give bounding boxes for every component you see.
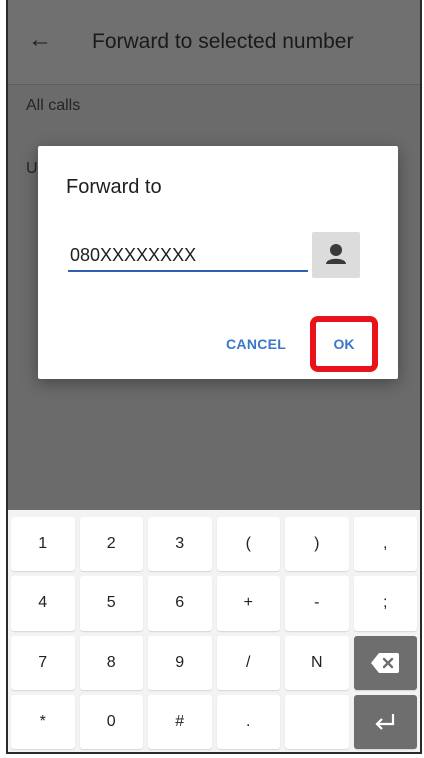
key-slash[interactable]: /: [216, 635, 280, 690]
key-3[interactable]: 3: [148, 517, 212, 572]
page-title: Forward to selected number: [92, 30, 354, 53]
key-1[interactable]: 1: [11, 517, 75, 572]
key-9[interactable]: 9: [148, 635, 212, 690]
key-semicolon[interactable]: ;: [353, 576, 417, 631]
dialog-title: Forward to: [66, 176, 162, 198]
key-8[interactable]: 8: [79, 635, 143, 690]
key-close-paren[interactable]: ): [285, 517, 349, 572]
backspace-key[interactable]: [353, 635, 417, 690]
key-5[interactable]: 5: [79, 576, 143, 631]
key-n[interactable]: N: [285, 635, 349, 690]
key-plus[interactable]: +: [216, 576, 280, 631]
back-arrow-icon[interactable]: ←: [22, 22, 58, 58]
forward-to-dialog: Forward to CANCEL OK: [38, 146, 398, 379]
key-open-paren[interactable]: (: [216, 517, 280, 572]
enter-icon: [375, 713, 395, 730]
enter-key[interactable]: [353, 694, 417, 749]
key-4[interactable]: 4: [11, 576, 75, 631]
key-2[interactable]: 2: [79, 517, 143, 572]
cancel-button[interactable]: CANCEL: [226, 336, 286, 352]
key-comma[interactable]: ,: [353, 517, 417, 572]
key-0[interactable]: 0: [79, 694, 143, 749]
key-7[interactable]: 7: [11, 635, 75, 690]
setting-all-calls[interactable]: All calls: [26, 97, 80, 115]
key-blank[interactable]: [285, 694, 349, 749]
person-icon: [326, 244, 346, 264]
app-bar: ← Forward to selected number: [8, 0, 420, 85]
backspace-icon: [371, 652, 400, 673]
contact-picker-button[interactable]: [312, 232, 360, 278]
ok-highlight-frame: OK: [310, 316, 378, 372]
key-asterisk[interactable]: *: [11, 694, 75, 749]
setting-row-partial[interactable]: U: [26, 160, 38, 178]
phone-screen: ← Forward to selected number All calls U…: [6, 0, 422, 754]
key-minus[interactable]: -: [285, 576, 349, 631]
key-period[interactable]: .: [216, 694, 280, 749]
key-6[interactable]: 6: [148, 576, 212, 631]
ok-button[interactable]: OK: [316, 322, 372, 366]
phone-keypad: 1 2 3 ( ) , 4 5 6 + - ; 7 8 9 / N * 0 # …: [8, 510, 420, 752]
forward-number-input[interactable]: [68, 240, 308, 272]
key-hash[interactable]: #: [148, 694, 212, 749]
